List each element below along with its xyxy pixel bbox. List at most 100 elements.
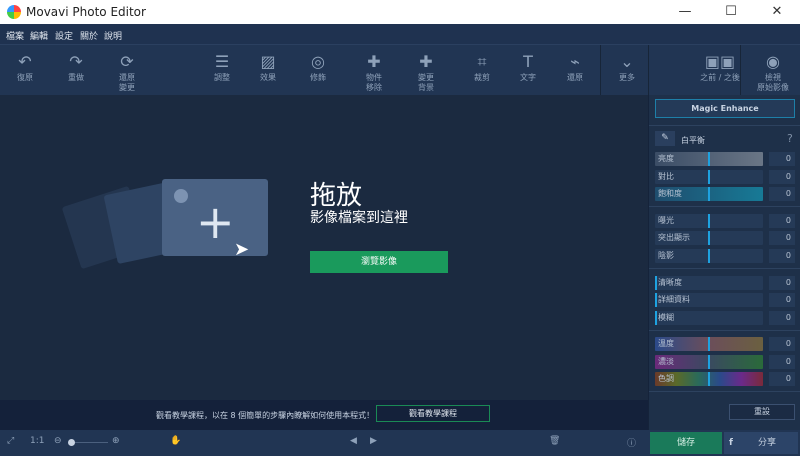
zoom-in-icon[interactable]: ⊕ [112, 436, 120, 446]
slider-1-1[interactable]: 突出顯示 [655, 231, 763, 245]
toolbar-restore-button[interactable]: ⌁ 還原 [550, 51, 600, 83]
slider-0-2[interactable]: 飽和度 [655, 187, 763, 201]
drop-subtitle: 影像檔案到這裡 [310, 210, 408, 226]
toolbar-retouch-button[interactable]: ◎ 修飾 [293, 51, 343, 83]
menu-help[interactable]: 說明 [104, 29, 122, 42]
slider-2-0[interactable]: 清晰度 [655, 276, 763, 290]
slider-handle[interactable] [708, 214, 710, 228]
menu-file[interactable]: 檔案 [6, 29, 24, 42]
toolbar-eye-button[interactable]: ◉ 檢視 原始影像 [748, 51, 798, 93]
watch-tutorial-button[interactable]: 觀看教學課程 [376, 405, 490, 422]
drop-zone[interactable]: + ➤ 拖放 影像檔案到這裡 瀏覽影像 [0, 95, 648, 400]
slider-3-2[interactable]: 色調 [655, 372, 763, 386]
actual-size-button[interactable]: 1:1 [30, 436, 44, 446]
share-button[interactable]: f 分享 [724, 432, 798, 454]
menu-edit[interactable]: 編輯 [30, 29, 48, 42]
browse-images-button[interactable]: 瀏覽影像 [310, 251, 448, 273]
previous-icon[interactable]: ◀ [350, 436, 357, 446]
slider-3-1[interactable]: 濃淡 [655, 355, 763, 369]
slider-handle[interactable] [655, 293, 657, 307]
help-icon[interactable]: ? [787, 132, 793, 145]
slider-value-input[interactable]: 0 [769, 293, 795, 307]
toolbar-background-button[interactable]: ✚ 變更 背景 [401, 51, 451, 93]
slider-3-0[interactable]: 溫度 [655, 337, 763, 351]
window-title: Movavi Photo Editor [26, 5, 146, 19]
menu-bar: 檔案 編輯 設定 關於 說明 [0, 24, 800, 44]
divider [649, 206, 800, 207]
hand-tool-icon[interactable]: ✋ [170, 436, 181, 446]
slider-label: 亮度 [658, 154, 674, 163]
toolbar-crop-button[interactable]: ⌗ 裁剪 [457, 51, 507, 83]
retouch-icon: ◎ [311, 52, 325, 71]
divider [649, 330, 800, 331]
toolbar-sliders-button[interactable]: ☰ 調整 [197, 51, 247, 83]
slider-handle[interactable] [708, 372, 710, 386]
slider-handle[interactable] [708, 231, 710, 245]
slider-2-2[interactable]: 模糊 [655, 311, 763, 325]
tutorial-text: 觀看教學課程，以在 8 個簡單的步驟內瞭解如何使用本程式！ [156, 411, 375, 420]
slider-label: 突出顯示 [658, 233, 690, 242]
maximize-button[interactable]: ☐ [708, 0, 754, 24]
slider-value-input[interactable]: 0 [769, 355, 795, 369]
slider-handle[interactable] [708, 249, 710, 263]
slider-value-input[interactable]: 0 [769, 214, 795, 228]
slider-1-0[interactable]: 曝光 [655, 214, 763, 228]
slider-handle[interactable] [708, 170, 710, 184]
slider-handle[interactable] [655, 311, 657, 325]
toolbar-text-button[interactable]: T 文字 [503, 51, 553, 83]
delete-icon[interactable]: 🗑 [549, 436, 560, 446]
share-label: 分享 [758, 438, 777, 448]
magic-enhance-button[interactable]: Magic Enhance [655, 99, 795, 118]
zoom-slider[interactable] [75, 442, 108, 443]
toolbar-label: 調整 [214, 73, 230, 82]
slider-value-input[interactable]: 0 [769, 170, 795, 184]
toolbar-object-removal-button[interactable]: ✚ 物件 移除 [349, 51, 399, 93]
close-button[interactable]: ✕ [754, 0, 800, 24]
revert-icon: ⟳ [120, 52, 134, 71]
slider-handle[interactable] [708, 152, 710, 166]
slider-label: 陰影 [658, 251, 674, 260]
reset-button[interactable]: 重設 [729, 404, 795, 420]
info-icon[interactable]: ⓘ [627, 436, 636, 449]
slider-handle[interactable] [708, 187, 710, 201]
slider-value-input[interactable]: 0 [769, 311, 795, 325]
toolbar-revert-button[interactable]: ⟳ 還原 變更 [102, 51, 152, 93]
slider-value-input[interactable]: 0 [769, 231, 795, 245]
toolbar-label: 檢視 原始影像 [757, 73, 789, 92]
menu-about[interactable]: 關於 [80, 29, 98, 42]
slider-handle[interactable] [708, 337, 710, 351]
toolbar-chevron-down-button[interactable]: ⌄ 更多 [602, 51, 652, 83]
save-button[interactable]: 儲存 [650, 432, 722, 454]
fit-screen-icon[interactable]: ⤢ [7, 436, 14, 446]
slider-label: 濃淡 [658, 357, 674, 366]
minimize-button[interactable]: — [662, 0, 708, 24]
slider-value-input[interactable]: 0 [769, 249, 795, 263]
background-icon: ✚ [419, 52, 433, 71]
slider-0-0[interactable]: 亮度 [655, 152, 763, 166]
toolbar-before-after-button[interactable]: ▣▣ 之前 / 之後 [695, 51, 745, 83]
slider-value-input[interactable]: 0 [769, 337, 795, 351]
slider-2-1[interactable]: 詳細資料 [655, 293, 763, 307]
zoom-out-icon[interactable]: ⊖ [54, 436, 62, 446]
before-after-icon: ▣▣ [704, 52, 736, 71]
zoom-slider-handle[interactable] [68, 439, 75, 446]
next-icon[interactable]: ▶ [370, 436, 377, 446]
eyedropper-icon[interactable]: ✎ [655, 131, 675, 146]
toolbar-label: 重做 [68, 73, 84, 82]
menu-settings[interactable]: 設定 [55, 29, 73, 42]
toolbar-undo-button[interactable]: ↶ 復原 [0, 51, 50, 83]
slider-value-input[interactable]: 0 [769, 187, 795, 201]
slider-1-2[interactable]: 陰影 [655, 249, 763, 263]
crop-icon: ⌗ [477, 52, 487, 71]
slider-value-input[interactable]: 0 [769, 152, 795, 166]
slider-value-input[interactable]: 0 [769, 372, 795, 386]
toolbar-redo-button[interactable]: ↷ 重做 [51, 51, 101, 83]
slider-value-input[interactable]: 0 [769, 276, 795, 290]
facebook-icon: f [729, 438, 733, 448]
slider-handle[interactable] [655, 276, 657, 290]
undo-icon: ↶ [18, 52, 32, 71]
slider-handle[interactable] [708, 355, 710, 369]
toolbar-label: 還原 [567, 73, 583, 82]
toolbar-effects-button[interactable]: ▨ 效果 [243, 51, 293, 83]
slider-0-1[interactable]: 對比 [655, 170, 763, 184]
